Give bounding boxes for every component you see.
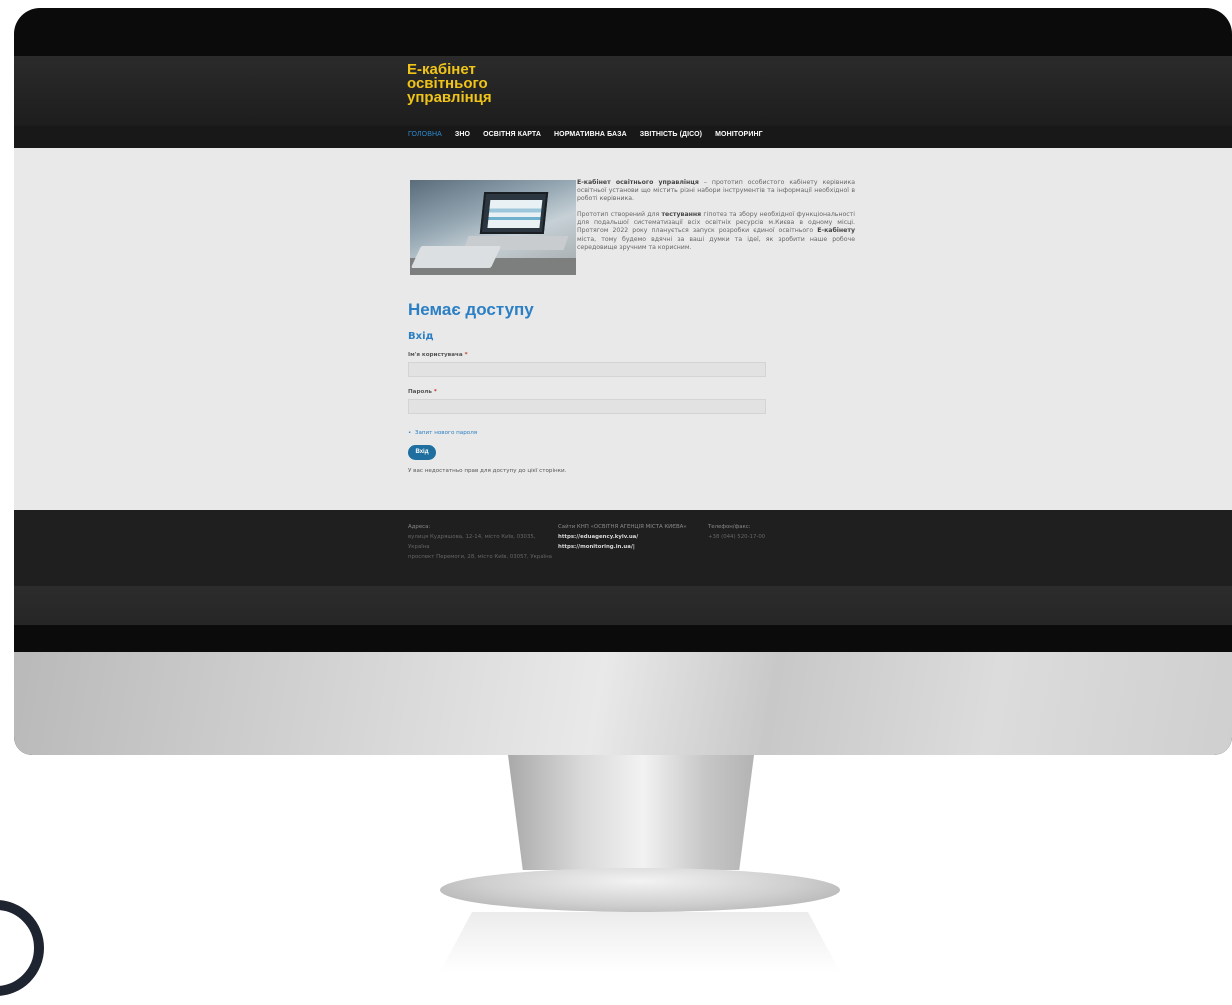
address-line-1: вулиця Кудряшова, 12-14, місто Київ, 030… <box>408 534 536 550</box>
nav-list: ГОЛОВНА ЗНО ОСВІТНЯ КАРТА НОРМАТИВНА БАЗ… <box>408 131 763 138</box>
browser-screen: Е-кабінет освітнього управлінця ГОЛОВНА … <box>14 56 1232 625</box>
footer-sites: Сайти КНП «ОСВІТНЯ АГЕНЦІЯ МІСТА КИЄВА» … <box>558 522 708 552</box>
logo-line-3: управлінця <box>407 89 492 106</box>
login-section-title: Вхід <box>408 331 434 342</box>
nav-item-monitoring[interactable]: МОНІТОРИНГ <box>715 131 763 138</box>
username-label-text: Ім'я користувача <box>408 352 463 358</box>
password-label-text: Пароль <box>408 389 432 395</box>
username-input[interactable] <box>408 362 766 377</box>
phone-number: +38 (044) 520-17-00 <box>708 534 766 540</box>
imac-monitor: Е-кабінет освітнього управлінця ГОЛОВНА … <box>14 8 1232 755</box>
intro-paragraph-1: Е-кабінет освітнього управлінця – протот… <box>577 179 855 203</box>
main-nav: ГОЛОВНА ЗНО ОСВІТНЯ КАРТА НОРМАТИВНА БАЗ… <box>14 126 1232 148</box>
page-title: Немає доступу <box>408 300 534 319</box>
main-content: Е-кабінет освітнього управлінця – протот… <box>14 148 1232 510</box>
nav-item-regulations[interactable]: НОРМАТИВНА БАЗА <box>554 131 627 138</box>
decorative-ring <box>0 900 44 996</box>
reset-password-link-text: Запит нового пароля <box>414 430 478 436</box>
password-input[interactable] <box>408 399 766 414</box>
username-label: Ім'я користувача * <box>408 352 468 358</box>
intro-p2-text-c: міста, тому будемо вдячні за ваші думки … <box>577 235 855 251</box>
site-logo[interactable]: Е-кабінет освітнього управлінця <box>407 62 527 106</box>
base-reflection <box>440 912 840 972</box>
intro-p2-bold: тестування <box>661 211 702 219</box>
intro-p2-text-a: Прототип створений для <box>577 211 662 219</box>
intro-bold-title: Е-кабінет освітнього управлінця <box>577 179 699 186</box>
eduagency-link[interactable]: https://eduagency.kyiv.ua/ <box>558 532 708 542</box>
password-label: Пароль * <box>408 389 437 395</box>
address-heading: Адреса: <box>408 524 431 530</box>
footer-phone: Телефон/факс: +38 (044) 520-17-00 <box>708 522 818 542</box>
monitor-stand <box>508 755 754 870</box>
nav-item-reports[interactable]: ЗВІТНІСТЬ (ДІСО) <box>640 131 702 138</box>
keyboard-shape <box>410 246 502 268</box>
monitor-chin <box>14 652 1232 755</box>
monitor-base <box>440 868 840 912</box>
site-footer: Адреса: вулиця Кудряшова, 12-14, місто К… <box>14 510 1232 586</box>
sites-heading: Сайти КНП «ОСВІТНЯ АГЕНЦІЯ МІСТА КИЄВА» <box>558 524 687 530</box>
laptop-screen-shape <box>479 192 549 234</box>
phone-heading: Телефон/факс: <box>708 524 751 530</box>
intro-paragraph-2: Прототип створений для тестування гіпоте… <box>577 211 855 251</box>
nav-item-zno[interactable]: ЗНО <box>455 131 470 138</box>
hero-laptop-image <box>410 180 576 275</box>
address-line-2: проспект Перемоги, 28, місто Київ, 03057… <box>408 554 552 560</box>
login-button[interactable]: Вхід <box>408 445 436 460</box>
nav-item-home[interactable]: ГОЛОВНА <box>408 131 442 138</box>
reset-password-link[interactable]: • Запит нового пароля <box>408 430 477 436</box>
intro-p2-bold-2: Е-кабінету <box>817 227 855 235</box>
site-header: Е-кабінет освітнього управлінця <box>14 56 1232 126</box>
intro-text: Е-кабінет освітнього управлінця – протот… <box>577 179 855 260</box>
nav-item-education-map[interactable]: ОСВІТНЯ КАРТА <box>483 131 541 138</box>
stage: Е-кабінет освітнього управлінця ГОЛОВНА … <box>0 0 1232 1005</box>
username-required-mark: * <box>464 352 468 358</box>
access-denied-notice: У вас недостатньо прав для доступу до ці… <box>408 468 567 474</box>
password-required-mark: * <box>433 389 437 395</box>
footer-address: Адреса: вулиця Кудряшова, 12-14, місто К… <box>408 522 556 562</box>
monitoring-link[interactable]: https://monitoring.in.ua/| <box>558 542 708 552</box>
footer-bottom-bar <box>14 586 1232 625</box>
